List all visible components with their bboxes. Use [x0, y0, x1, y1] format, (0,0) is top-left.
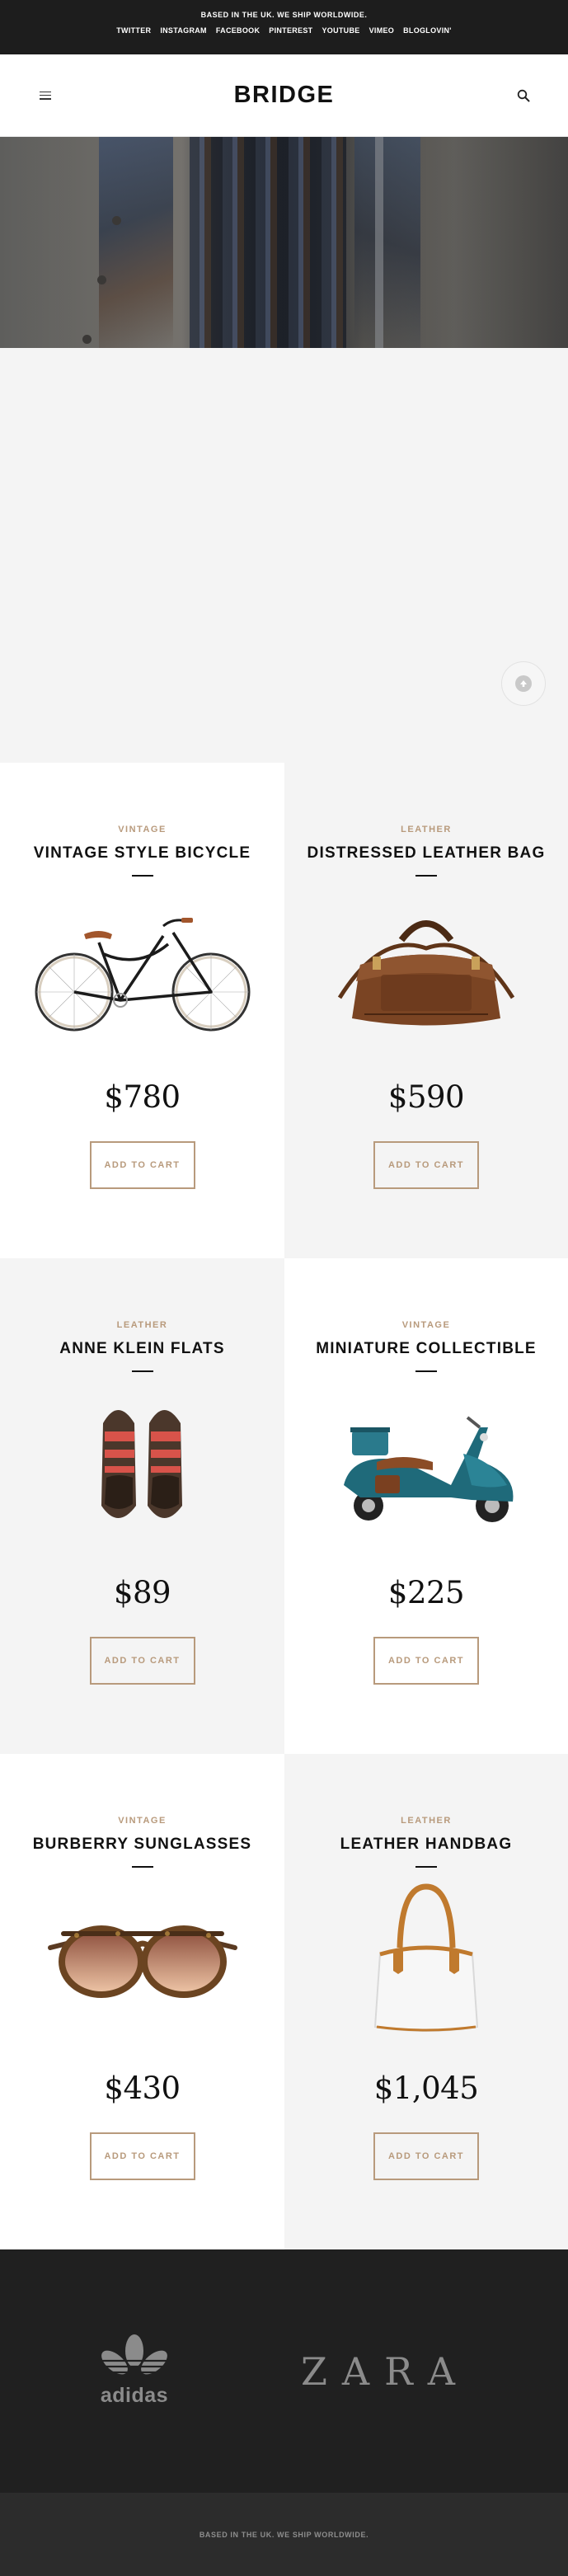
product-price: $1,045: [373, 2071, 479, 2106]
product-image-handbag[interactable]: [284, 1878, 568, 2042]
product-price: $89: [113, 1575, 171, 1610]
product-category[interactable]: VINTAGE: [0, 825, 284, 834]
adidas-logo[interactable]: adidas: [97, 2334, 171, 2408]
social-link-bloglovin[interactable]: BLOGLOVIN': [403, 26, 452, 35]
product-card: VINTAGE VINTAGE STYLE BICYCLE $780 ADD T…: [0, 763, 284, 1258]
search-icon[interactable]: [517, 89, 530, 102]
product-price: $780: [104, 1079, 181, 1115]
product-card: VINTAGE MINIATURE COLLECTIBLE $225 ADD T…: [284, 1258, 568, 1754]
add-to-cart-button[interactable]: ADD TO CART: [373, 1637, 479, 1685]
hamburger-menu-icon[interactable]: [40, 91, 51, 100]
title-divider: [131, 1866, 153, 1868]
product-title[interactable]: ANNE KLEIN FLATS: [0, 1340, 284, 1358]
product-title[interactable]: MINIATURE COLLECTIBLE: [284, 1340, 568, 1358]
product-category[interactable]: VINTAGE: [284, 1320, 568, 1330]
social-link-vimeo[interactable]: VIMEO: [369, 26, 395, 35]
product-image-flats[interactable]: [0, 1382, 284, 1547]
product-price: $590: [387, 1079, 465, 1115]
product-title[interactable]: DISTRESSED LEATHER BAG: [284, 844, 568, 863]
add-to-cart-button[interactable]: ADD TO CART: [373, 1141, 479, 1189]
social-link-twitter[interactable]: TWITTER: [116, 26, 151, 35]
product-category[interactable]: LEATHER: [284, 1816, 568, 1826]
product-grid: VINTAGE VINTAGE STYLE BICYCLE $780 ADD T…: [0, 763, 568, 2249]
top-bar: BASED IN THE UK. WE SHIP WORLDWIDE. TWIT…: [0, 0, 568, 54]
content-spacer: [0, 348, 568, 763]
social-link-pinterest[interactable]: PINTEREST: [269, 26, 312, 35]
social-link-youtube[interactable]: YOUTUBE: [322, 26, 359, 35]
social-links: TWITTER INSTAGRAM FACEBOOK PINTEREST YOU…: [0, 26, 568, 35]
add-to-cart-button[interactable]: ADD TO CART: [89, 2132, 195, 2180]
back-to-top-button[interactable]: [501, 661, 546, 706]
shipping-tagline: BASED IN THE UK. WE SHIP WORLDWIDE.: [200, 11, 368, 19]
add-to-cart-button[interactable]: ADD TO CART: [373, 2132, 479, 2180]
site-footer: BASED IN THE UK. WE SHIP WORLDWIDE.: [0, 2493, 568, 2576]
title-divider: [131, 875, 153, 877]
brand-logos: adidas ZARA: [0, 2249, 568, 2493]
site-logo[interactable]: BRIDGE: [234, 82, 335, 109]
product-price: $430: [104, 2071, 181, 2106]
social-link-instagram[interactable]: INSTAGRAM: [160, 26, 207, 35]
product-title[interactable]: LEATHER HANDBAG: [284, 1836, 568, 1854]
product-card: LEATHER LEATHER HANDBAG $1,045 ADD TO CA…: [284, 1754, 568, 2249]
product-category[interactable]: LEATHER: [0, 1320, 284, 1330]
product-price: $225: [387, 1575, 465, 1610]
add-to-cart-button[interactable]: ADD TO CART: [89, 1637, 195, 1685]
hero-image: [0, 137, 568, 348]
product-title[interactable]: BURBERRY SUNGLASSES: [0, 1836, 284, 1854]
product-image-bicycle[interactable]: [0, 886, 284, 1051]
product-card: VINTAGE BURBERRY SUNGLASSES $430 ADD TO …: [0, 1754, 284, 2249]
product-category[interactable]: VINTAGE: [0, 1816, 284, 1826]
arrow-up-icon: [515, 675, 532, 692]
product-title[interactable]: VINTAGE STYLE BICYCLE: [0, 844, 284, 863]
adidas-wordmark: adidas: [100, 2384, 169, 2407]
adidas-trefoil-icon: [97, 2334, 171, 2382]
product-image-sunglasses[interactable]: [0, 1878, 284, 2042]
product-card: LEATHER ANNE KLEIN FLATS $89 ADD TO CART: [0, 1258, 284, 1754]
title-divider: [415, 1370, 437, 1372]
zara-logo[interactable]: ZARA: [301, 2349, 470, 2394]
social-link-facebook[interactable]: FACEBOOK: [216, 26, 260, 35]
product-image-scooter[interactable]: [284, 1382, 568, 1547]
add-to-cart-button[interactable]: ADD TO CART: [89, 1141, 195, 1189]
site-header: BRIDGE: [0, 54, 568, 137]
product-image-leather-bag[interactable]: [284, 886, 568, 1051]
title-divider: [131, 1370, 153, 1372]
title-divider: [415, 1866, 437, 1868]
product-category[interactable]: LEATHER: [284, 825, 568, 834]
product-card: LEATHER DISTRESSED LEATHER BAG $590 ADD …: [284, 763, 568, 1258]
footer-tagline: BASED IN THE UK. WE SHIP WORLDWIDE.: [199, 2530, 369, 2539]
title-divider: [415, 875, 437, 877]
